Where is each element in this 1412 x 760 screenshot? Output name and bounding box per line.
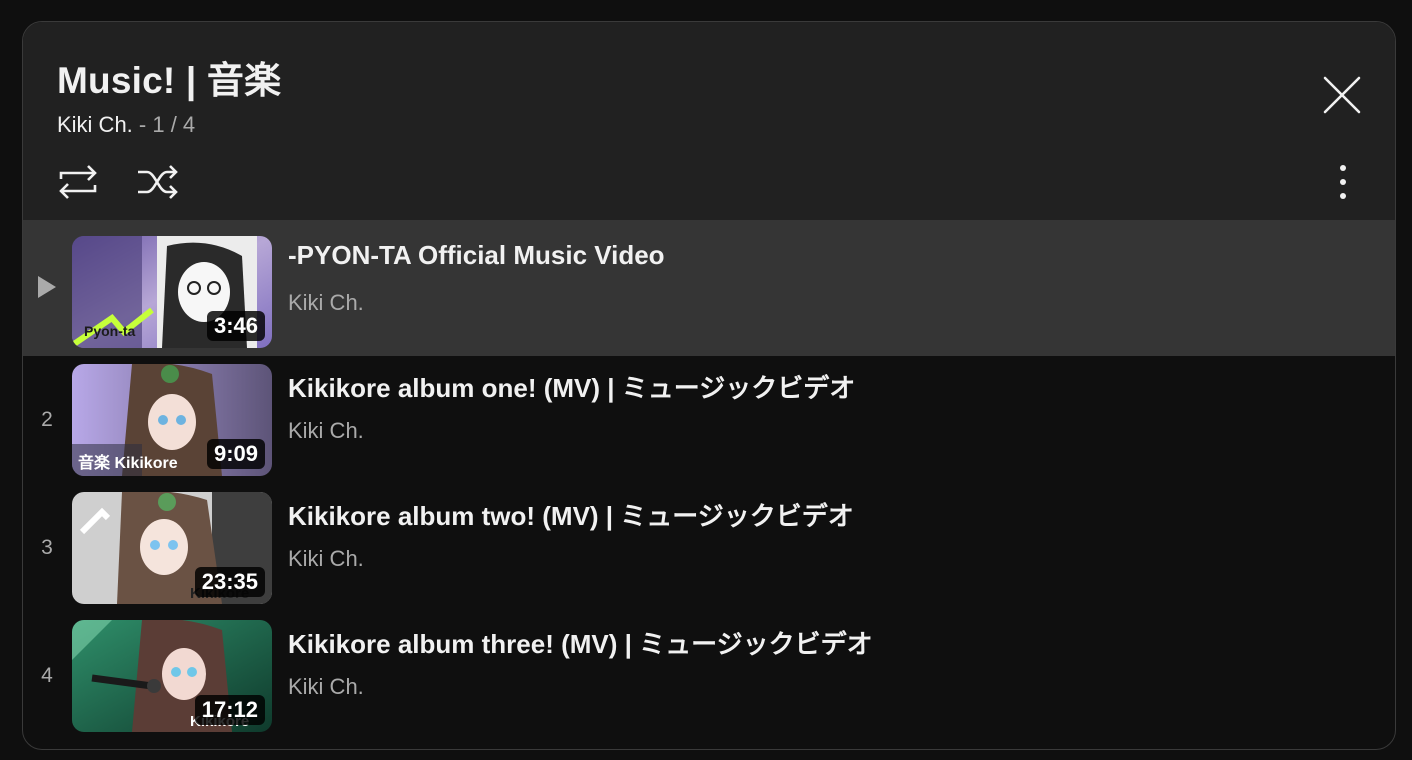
video-thumbnail[interactable]: Pyon-ta 3:46 [72, 236, 272, 348]
video-channel[interactable]: Kiki Ch. [288, 418, 364, 444]
video-duration: 3:46 [206, 311, 265, 341]
video-title[interactable]: Kikikore album three! (MV) | ミュージックビデオ [288, 624, 873, 661]
playlist-title: Music! | 音楽 [57, 60, 282, 101]
video-index: 2 [41, 408, 53, 431]
shuffle-button[interactable] [133, 160, 183, 204]
video-title[interactable]: -PYON-TA Official Music Video [288, 240, 665, 271]
playlist-subtitle: Kiki Ch. - 1 / 4 [57, 112, 195, 138]
video-duration: 23:35 [194, 567, 265, 597]
loop-icon [59, 165, 97, 199]
playlist-items: Pyon-ta 3:46 -PYON-TA Official Music Vid… [23, 220, 1395, 740]
more-actions-button[interactable] [1323, 160, 1363, 204]
subtitle-separator: - [132, 112, 153, 137]
playlist-panel: Music! | 音楽 Kiki Ch. - 1 / 4 Pyon-ta 3:4… [22, 21, 1396, 750]
playlist-item[interactable]: 2 音楽 Kikikore 9:09 Kikikore album one! (… [23, 356, 1395, 484]
video-duration: 17:12 [194, 695, 265, 725]
video-thumbnail[interactable]: 音楽 Kikikore 9:09 [72, 364, 272, 476]
playlist-item[interactable]: 4 Kikiko [23, 612, 1395, 740]
video-index: 3 [41, 536, 53, 559]
playlist-channel-link[interactable]: Kiki Ch. [57, 112, 133, 137]
playlist-item[interactable]: Pyon-ta 3:46 -PYON-TA Official Music Vid… [23, 220, 1395, 356]
video-channel[interactable]: Kiki Ch. [288, 674, 364, 700]
now-playing-indicator [23, 276, 71, 304]
video-index: 4 [41, 664, 53, 687]
video-thumbnail[interactable]: Kikikore 23:35 [72, 492, 272, 604]
video-title[interactable]: Kikikore album two! (MV) | ミュージックビデオ [288, 496, 854, 533]
video-channel[interactable]: Kiki Ch. [288, 546, 364, 572]
close-button[interactable] [1317, 70, 1367, 120]
playlist-item[interactable]: 3 Kikikore 23:35 Kikikore album two! (MV… [23, 484, 1395, 612]
thumbnail-text: Pyon-ta [84, 323, 136, 339]
playlist-position: 1 / 4 [152, 112, 196, 137]
video-title[interactable]: Kikikore album one! (MV) | ミュージックビデオ [288, 368, 855, 405]
close-icon [1323, 76, 1361, 114]
shuffle-icon [138, 165, 178, 199]
playlist-header: Music! | 音楽 Kiki Ch. - 1 / 4 [23, 22, 1395, 220]
more-vertical-icon [1340, 165, 1346, 199]
video-channel[interactable]: Kiki Ch. [288, 290, 364, 316]
video-thumbnail[interactable]: Kikikore 17:12 [72, 620, 272, 732]
video-duration: 9:09 [206, 439, 265, 469]
loop-button[interactable] [53, 160, 103, 204]
thumbnail-text: 音楽 Kikikore [78, 453, 178, 472]
play-triangle-icon [38, 276, 56, 298]
